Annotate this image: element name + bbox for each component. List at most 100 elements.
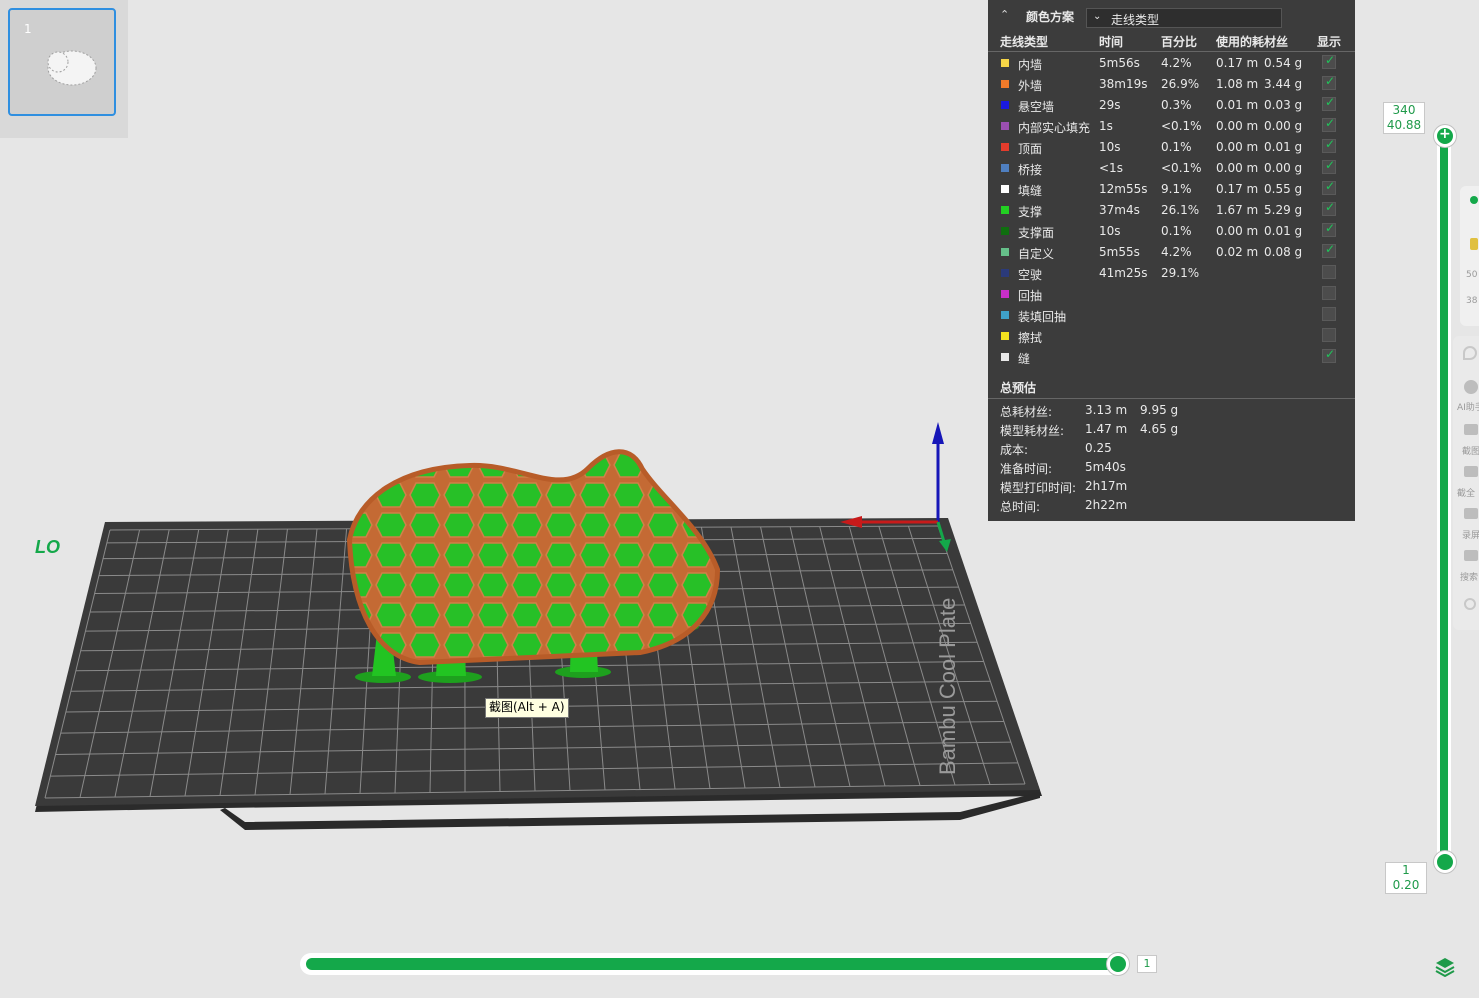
legend-name: 回抽 bbox=[1018, 289, 1043, 303]
collapse-chevron-icon[interactable]: ⌃ bbox=[1000, 8, 1009, 21]
legend-len: 0.17 m bbox=[1216, 182, 1259, 196]
move-slider-handle[interactable] bbox=[1107, 953, 1129, 975]
screenshot-label: 截图 bbox=[1462, 447, 1479, 457]
color-swatch bbox=[1001, 206, 1009, 214]
legend-row: 内墙 5m56s 4.2% 0.17 m 0.54 g ✓ bbox=[988, 53, 1355, 74]
check-icon: ✓ bbox=[1325, 347, 1336, 361]
visibility-checkbox[interactable]: ✓ bbox=[1322, 200, 1336, 216]
visibility-checkbox[interactable]: ✓ bbox=[1322, 53, 1336, 69]
summary-v1: 2h22m bbox=[1085, 498, 1128, 512]
color-scheme-value: 走线类型 bbox=[1111, 13, 1160, 27]
summary-label: 总时间: bbox=[1000, 500, 1041, 514]
color-swatch bbox=[1001, 185, 1009, 193]
color-swatch bbox=[1001, 332, 1009, 340]
summary-row: 总耗材丝: 3.13 m 9.95 g bbox=[988, 401, 1355, 420]
summary-v1: 2h17m bbox=[1085, 479, 1128, 493]
visibility-checkbox[interactable]: ✓ bbox=[1322, 242, 1336, 258]
record-icon[interactable] bbox=[1464, 508, 1478, 519]
visibility-checkbox[interactable]: ✓ bbox=[1322, 116, 1336, 132]
visibility-checkbox[interactable] bbox=[1322, 286, 1336, 300]
color-chip-icon bbox=[1470, 238, 1478, 250]
layers-icon[interactable] bbox=[1434, 955, 1456, 977]
visibility-checkbox[interactable]: ✓ bbox=[1322, 95, 1336, 111]
legend-pct: 4.2% bbox=[1161, 56, 1192, 70]
summary-row: 准备时间: 5m40s bbox=[988, 458, 1355, 477]
legend-pct: 0.1% bbox=[1161, 140, 1192, 154]
legend-time: 1s bbox=[1099, 119, 1113, 133]
legend-name: 桥接 bbox=[1018, 163, 1043, 177]
legend-name: 支撑 bbox=[1018, 205, 1043, 219]
legend-len: 0.02 m bbox=[1216, 245, 1259, 259]
move-slider-track[interactable] bbox=[306, 958, 1118, 970]
color-scheme-label: 颜色方案 bbox=[1026, 10, 1075, 24]
visibility-checkbox[interactable] bbox=[1322, 265, 1336, 279]
color-swatch bbox=[1001, 248, 1009, 256]
legend-time: 38m19s bbox=[1099, 77, 1148, 91]
legend-wt: 0.03 g bbox=[1264, 98, 1303, 112]
shield-icon[interactable] bbox=[1463, 346, 1477, 360]
legend-pct: 0.3% bbox=[1161, 98, 1192, 112]
visibility-checkbox[interactable]: ✓ bbox=[1322, 158, 1336, 174]
camera-icon[interactable] bbox=[1464, 424, 1478, 435]
summary-title: 总预估 bbox=[1000, 381, 1037, 395]
legend-wt: 0.01 g bbox=[1264, 224, 1303, 238]
full-screenshot-icon[interactable] bbox=[1464, 466, 1478, 477]
legend-row: 回抽 bbox=[988, 284, 1355, 305]
legend-row: 顶面 10s 0.1% 0.00 m 0.01 g ✓ bbox=[988, 137, 1355, 158]
check-icon: ✓ bbox=[1325, 116, 1336, 130]
check-icon: ✓ bbox=[1325, 221, 1336, 235]
side-tool-strip: AI助手 截图 截全 录屏 搜索 bbox=[1453, 336, 1479, 630]
legend-pct: <0.1% bbox=[1161, 119, 1202, 133]
legend-pct: 26.1% bbox=[1161, 203, 1200, 217]
legend-name: 内部实心填充 bbox=[1018, 121, 1091, 135]
visibility-checkbox[interactable]: ✓ bbox=[1322, 137, 1336, 153]
layer-slider-track[interactable] bbox=[1440, 136, 1448, 862]
summary-label: 模型打印时间: bbox=[1000, 481, 1077, 495]
layer-slider-bottom-handle[interactable] bbox=[1434, 851, 1456, 873]
color-swatch bbox=[1001, 164, 1009, 172]
legend-row: 装填回抽 bbox=[988, 305, 1355, 326]
check-icon: ✓ bbox=[1325, 137, 1336, 151]
plate-thumbnail[interactable]: 1 bbox=[8, 8, 116, 116]
legend-len: 1.67 m bbox=[1216, 203, 1259, 217]
visibility-checkbox[interactable]: ✓ bbox=[1322, 347, 1336, 363]
legend-wt: 3.44 g bbox=[1264, 77, 1303, 91]
summary-v1: 1.47 m bbox=[1085, 422, 1128, 436]
legend-panel: ⌃ 颜色方案 ⌄ 走线类型 走线类型 时间 百分比 使用的耗材丝 显示 内墙 5m… bbox=[988, 0, 1355, 521]
divider bbox=[988, 398, 1355, 399]
legend-row: 支撑 37m4s 26.1% 1.67 m 5.29 g ✓ bbox=[988, 200, 1355, 221]
color-swatch bbox=[1001, 311, 1009, 319]
legend-time: 29s bbox=[1099, 98, 1121, 112]
summary-label: 成本: bbox=[1000, 443, 1029, 457]
search-icon[interactable] bbox=[1464, 550, 1478, 561]
legend-name: 填缝 bbox=[1018, 184, 1043, 198]
summary-label: 总耗材丝: bbox=[1000, 405, 1053, 419]
legend-name: 自定义 bbox=[1018, 247, 1055, 261]
layer-slider-top-handle[interactable]: + bbox=[1434, 125, 1456, 147]
summary-row: 模型打印时间: 2h17m bbox=[988, 477, 1355, 496]
col-header-show: 显示 bbox=[1317, 35, 1342, 49]
legend-len: 0.00 m bbox=[1216, 119, 1259, 133]
legend-row: 擦拭 bbox=[988, 326, 1355, 347]
legend-name: 内墙 bbox=[1018, 58, 1043, 72]
visibility-checkbox[interactable] bbox=[1322, 307, 1336, 321]
visibility-checkbox[interactable] bbox=[1322, 328, 1336, 342]
col-header-time: 时间 bbox=[1099, 35, 1124, 49]
legend-wt: 0.00 g bbox=[1264, 119, 1303, 133]
visibility-checkbox[interactable]: ✓ bbox=[1322, 179, 1336, 195]
legend-time: 10s bbox=[1099, 140, 1121, 154]
settings-icon[interactable] bbox=[1464, 598, 1476, 610]
ai-assistant-icon[interactable] bbox=[1464, 380, 1478, 394]
summary-v2: 4.65 g bbox=[1140, 422, 1179, 436]
check-icon: ✓ bbox=[1325, 200, 1336, 214]
color-scheme-select[interactable]: ⌄ 走线类型 bbox=[1086, 8, 1282, 28]
visibility-checkbox[interactable]: ✓ bbox=[1322, 221, 1336, 237]
legend-name: 擦拭 bbox=[1018, 331, 1043, 345]
legend-row: 填缝 12m55s 9.1% 0.17 m 0.55 g ✓ bbox=[988, 179, 1355, 200]
bottom-layer-number: 1 bbox=[1402, 863, 1410, 877]
legend-name: 缝 bbox=[1018, 352, 1031, 366]
legend-pct: 9.1% bbox=[1161, 182, 1192, 196]
legend-time: 10s bbox=[1099, 224, 1121, 238]
visibility-checkbox[interactable]: ✓ bbox=[1322, 74, 1336, 90]
legend-row: 自定义 5m55s 4.2% 0.02 m 0.08 g ✓ bbox=[988, 242, 1355, 263]
